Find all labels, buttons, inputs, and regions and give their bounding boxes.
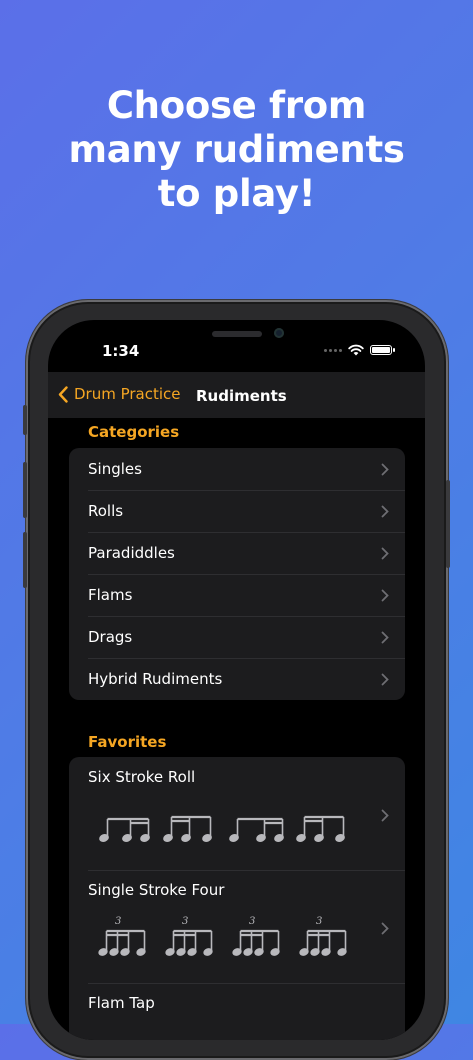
favorite-row-six-stroke-roll[interactable]: Six Stroke Roll (69, 757, 405, 870)
triplet-mark: 3 (249, 916, 255, 927)
category-row-singles[interactable]: Singles (69, 448, 405, 490)
back-button-label: Drum Practice (74, 385, 181, 403)
category-row-flams[interactable]: Flams (69, 574, 405, 616)
notch (177, 320, 333, 368)
favorite-label: Six Stroke Roll (88, 768, 196, 786)
favorite-label: Single Stroke Four (88, 881, 225, 899)
category-row-hybrid-rudiments[interactable]: Hybrid Rudiments (69, 658, 405, 700)
category-label: Hybrid Rudiments (88, 670, 223, 688)
rudiment-notation-six-stroke-roll (99, 815, 345, 842)
wifi-icon (348, 344, 364, 356)
signal-icon (324, 348, 342, 352)
category-row-paradiddles[interactable]: Paradiddles (69, 532, 405, 574)
speaker (212, 331, 262, 337)
chevron-right-icon (381, 658, 389, 700)
headline-line-2: many rudiments (68, 128, 405, 171)
battery-icon (370, 345, 395, 355)
triplet-mark: 3 (316, 916, 322, 927)
category-label: Flams (88, 586, 133, 604)
categories-list: Singles Rolls Paradiddles Flams Drags Hy… (69, 448, 405, 700)
back-button[interactable]: Drum Practice (58, 385, 181, 403)
categories-header: Categories (88, 423, 180, 441)
chevron-right-icon (381, 490, 389, 532)
category-label: Singles (88, 460, 142, 478)
phone-screen: 1:34 Drum Practice Rudiments Categories … (48, 320, 425, 1040)
chevron-right-icon (381, 807, 389, 826)
favorite-row-single-stroke-four[interactable]: Single Stroke Four 3 3 3 3 (69, 870, 405, 983)
chevron-right-icon (381, 532, 389, 574)
navigation-bar: Drum Practice Rudiments (48, 372, 425, 418)
category-row-drags[interactable]: Drags (69, 616, 405, 658)
chevron-left-icon (58, 385, 68, 403)
category-label: Paradiddles (88, 544, 175, 562)
favorites-header: Favorites (88, 733, 167, 751)
side-button-mute (23, 405, 27, 435)
chevron-right-icon (381, 574, 389, 616)
category-label: Drags (88, 628, 133, 646)
category-label: Rolls (88, 502, 124, 520)
status-icons (324, 344, 395, 356)
side-button-volume-down (23, 532, 27, 588)
chevron-right-icon (381, 616, 389, 658)
side-button-volume-up (23, 462, 27, 518)
triplet-mark: 3 (115, 916, 121, 927)
headline-line-3: to play! (157, 172, 316, 215)
side-button-power (446, 480, 450, 568)
triplet-mark: 3 (182, 916, 188, 927)
camera (274, 328, 284, 338)
nav-title: Rudiments (196, 387, 287, 405)
favorite-label: Flam Tap (88, 994, 155, 1012)
chevron-right-icon (381, 448, 389, 490)
favorites-list: Six Stroke Roll Single Stroke Four 3 3 3… (69, 757, 405, 1040)
rudiment-notation-single-stroke-four: 3 3 3 3 (98, 916, 347, 956)
status-time: 1:34 (102, 342, 140, 360)
headline: Choose from many rudiments to play! (0, 84, 473, 216)
category-row-rolls[interactable]: Rolls (69, 490, 405, 532)
chevron-right-icon (381, 920, 389, 939)
favorite-row-flam-tap[interactable]: Flam Tap (69, 983, 405, 1040)
headline-line-1: Choose from (106, 84, 367, 127)
